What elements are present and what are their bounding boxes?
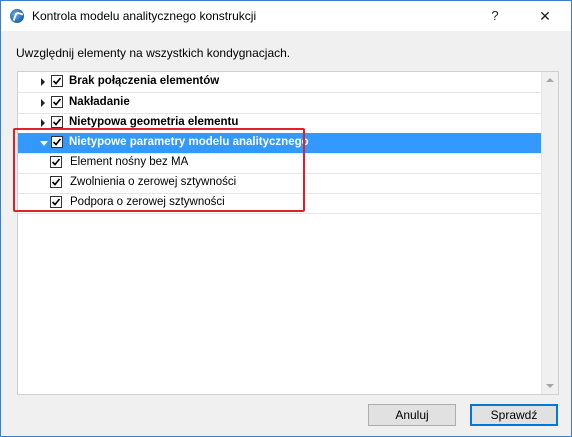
tree-row-zero-stiffness-release[interactable]: Zwolnienia o zerowej sztywności — [18, 173, 541, 194]
tree-row-label: Nakładanie — [69, 96, 130, 108]
tree-row-label: Element nośny bez MA — [70, 156, 189, 168]
check-button[interactable]: Sprawdź — [470, 404, 558, 426]
expand-arrow-icon[interactable] — [41, 119, 45, 127]
archicad-app-icon — [10, 9, 24, 23]
title-bar: Kontrola modelu analitycznego konstrukcj… — [1, 1, 571, 31]
tree-row-overlap[interactable]: Nakładanie — [18, 93, 541, 114]
vertical-scrollbar[interactable] — [541, 72, 558, 394]
checkbox-overlap[interactable] — [51, 96, 63, 108]
tree-row-irregular-parameters[interactable]: Nietypowe parametry modelu analitycznego — [18, 133, 541, 154]
expand-arrow-icon[interactable] — [41, 99, 45, 107]
tree-row-label: Nietypowa geometria elementu — [69, 116, 239, 128]
tree-row-irregular-geometry[interactable]: Nietypowa geometria elementu — [18, 113, 541, 134]
expand-arrow-icon[interactable] — [41, 78, 45, 86]
tree-row-label: Zwolnienia o zerowej sztywności — [70, 176, 237, 188]
checkbox-zero-stiffness-release[interactable] — [50, 176, 62, 188]
instruction-text: Uwzględnij elementy na wszystkich kondyg… — [16, 46, 291, 60]
checkbox-zero-stiffness-support[interactable] — [50, 196, 62, 208]
tree-row-label: Podpora o zerowej sztywności — [70, 196, 225, 208]
checkbox-irregular-parameters[interactable] — [51, 136, 63, 148]
help-button[interactable]: ? — [475, 4, 515, 28]
tree-row-bearing-without-am[interactable]: Element nośny bez MA — [18, 153, 541, 174]
tree-row-label: Nietypowe parametry modelu analitycznego — [69, 136, 309, 148]
collapse-arrow-icon[interactable] — [40, 141, 48, 146]
cancel-button[interactable]: Anuluj — [368, 404, 456, 426]
check-tree: Brak połączenia elementów Nakładanie Nie… — [17, 71, 559, 395]
scroll-down-arrow-icon[interactable] — [546, 384, 554, 388]
tree-row-label: Brak połączenia elementów — [69, 75, 220, 87]
scroll-up-arrow-icon[interactable] — [546, 78, 554, 82]
tree-row-missing-connection[interactable]: Brak połączenia elementów — [18, 72, 541, 93]
dialog-window: Kontrola modelu analitycznego konstrukcj… — [0, 0, 572, 437]
close-button[interactable]: ✕ — [523, 4, 567, 28]
checkbox-missing-connection[interactable] — [51, 75, 63, 87]
window-title: Kontrola modelu analitycznego konstrukcj… — [32, 9, 257, 23]
tree-row-zero-stiffness-support[interactable]: Podpora o zerowej sztywności — [18, 193, 541, 214]
checkbox-irregular-geometry[interactable] — [51, 116, 63, 128]
checkbox-bearing-without-am[interactable] — [50, 156, 62, 168]
